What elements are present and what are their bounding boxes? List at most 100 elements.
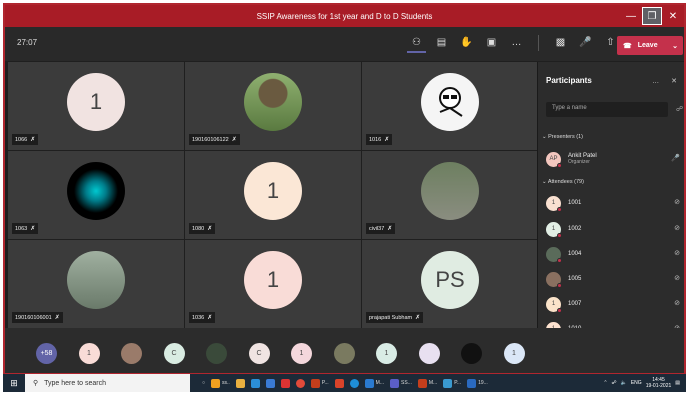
mic-off-icon: ⊘ — [674, 199, 680, 206]
participant-row[interactable]: 1004 ⊘ — [546, 243, 684, 265]
participant-row[interactable]: AP Ankit Patel Organizer 🎤 — [546, 148, 684, 170]
system-tray: ⌃ ☍ 🔈 ENG 14:45 19-01-2021 ▤ — [603, 374, 680, 392]
more-icon: … — [652, 78, 665, 85]
roster-avatar[interactable]: 1 — [503, 343, 525, 364]
avatar: AP — [546, 151, 562, 168]
roster-avatar[interactable] — [333, 343, 355, 364]
avatar-photo — [67, 250, 125, 309]
participant-tile[interactable]: PS prajapati Subham ✗ — [362, 240, 538, 328]
tile-name-label: 1063 ✗ — [12, 223, 39, 234]
tile-name-label: 1016 ✗ — [366, 134, 393, 145]
language-indicator[interactable]: ENG — [631, 380, 642, 386]
attendees-header[interactable]: ⌄ Attendees (79) — [542, 179, 584, 185]
chat-icon[interactable]: ▤ — [432, 33, 451, 53]
avatar: 1 — [546, 221, 562, 238]
tile-name-label: 190160106122 ✗ — [189, 134, 240, 145]
taskbar-search[interactable]: ⚲ Type here to search — [25, 374, 190, 392]
taskbar-app[interactable]: P... — [441, 376, 463, 390]
leave-button[interactable]: ☎ Leave ⌄ — [617, 36, 683, 55]
roster-avatar[interactable]: C — [163, 343, 185, 364]
participant-search-input[interactable]: Type a name — [546, 102, 668, 117]
taskbar-app[interactable] — [234, 376, 247, 390]
taskbar-app[interactable]: ss.. — [209, 376, 232, 390]
leave-label: Leave — [637, 42, 658, 49]
mic-off-icon: ⊘ — [674, 225, 680, 232]
taskbar-app[interactable]: M... — [416, 376, 439, 390]
avatar: 1 — [67, 72, 125, 131]
participant-tile[interactable]: 1 1036 ✗ — [185, 240, 361, 328]
avatar: 1 — [244, 250, 302, 309]
participant-name: 1005 — [568, 276, 582, 282]
participants-icon[interactable]: ⚇ — [407, 33, 426, 53]
cortana-icon[interactable]: ○ — [200, 376, 207, 390]
taskbar-app[interactable] — [264, 376, 277, 390]
roster-avatar[interactable] — [121, 343, 142, 364]
avatar: 1 — [546, 296, 562, 313]
participant-tile[interactable]: civil37 ✗ — [362, 151, 538, 239]
window-title: SSIP Awareness for 1st year and D to D S… — [256, 11, 433, 21]
participant-row[interactable]: 1 1002 ⊘ — [546, 218, 684, 240]
panel-actions[interactable]: … ✕ — [652, 77, 682, 85]
presenters-header[interactable]: ⌄ Presenters (1) — [542, 134, 583, 140]
tile-name-label: 1036 ✗ — [189, 312, 216, 323]
roster-avatar[interactable] — [206, 343, 227, 364]
participant-name: 1002 — [568, 226, 582, 232]
avatar — [546, 246, 562, 263]
more-actions-icon[interactable]: … — [507, 33, 526, 53]
taskbar-app[interactable]: P... — [309, 376, 331, 390]
taskbar-app[interactable]: 19... — [465, 376, 490, 390]
participant-tile[interactable]: 190160106001 ✗ — [8, 240, 184, 328]
mic-off-icon: ✗ — [231, 137, 237, 143]
roster-avatar[interactable]: 1 — [376, 343, 397, 364]
participant-tile[interactable]: 1 1080 ✗ — [185, 151, 361, 239]
participant-tile[interactable]: 1063 ✗ — [8, 151, 184, 239]
teams-taskbar-app[interactable]: SS... — [388, 376, 414, 390]
taskbar-app[interactable] — [348, 376, 361, 390]
avatar — [546, 271, 562, 288]
participant-row[interactable]: 1 1007 ⊘ — [546, 293, 684, 315]
roster-avatar[interactable]: 1 — [291, 343, 312, 364]
roster-avatar[interactable] — [418, 343, 440, 364]
more-participants-badge[interactable]: +58 — [36, 343, 57, 364]
close-button[interactable]: ✕ — [662, 5, 684, 27]
minimize-button[interactable]: — — [620, 5, 642, 27]
chrome-icon[interactable] — [294, 376, 307, 390]
participant-tile[interactable]: 1 1066 ✗ — [8, 62, 184, 150]
participant-tile[interactable]: 1016 ✗ — [362, 62, 538, 150]
mic-off-icon: ✗ — [30, 137, 36, 143]
roster-avatar[interactable]: 1 — [78, 343, 100, 364]
video-grid: 1 1066 ✗ 190160106122 ✗ 1016 ✗ 1063 ✗ 1 1080… — [8, 62, 538, 328]
taskbar-app[interactable] — [333, 376, 346, 390]
network-icon[interactable]: ☍ — [612, 380, 617, 386]
mic-off-icon: ✗ — [387, 226, 393, 232]
avatar: 1 — [244, 161, 302, 220]
windows-start-icon[interactable]: ⊞ — [3, 374, 25, 392]
raise-hand-icon[interactable]: ✋ — [457, 33, 476, 53]
share-invite-icon[interactable]: ☍ — [676, 105, 683, 113]
mic-off-icon: ⊘ — [674, 300, 680, 307]
participant-name: 1004 — [568, 251, 582, 257]
tile-name-label: 190160106001 ✗ — [12, 312, 63, 323]
participant-row[interactable]: 1005 ⊘ — [546, 268, 684, 290]
restore-button[interactable]: ❐ — [642, 7, 662, 25]
mic-off-icon: ⊘ — [674, 250, 680, 257]
rooms-icon[interactable]: ▣ — [482, 33, 501, 53]
edge-icon[interactable] — [249, 376, 262, 390]
clock-date: 19-01-2021 — [645, 383, 672, 389]
clock[interactable]: 14:45 19-01-2021 — [646, 377, 672, 389]
chevron-up-icon[interactable]: ⌃ — [603, 380, 607, 386]
roster-avatar[interactable] — [461, 343, 482, 364]
participant-row[interactable]: 1 1001 ⊘ — [546, 192, 684, 214]
phone-icon: ☎ — [623, 42, 632, 50]
microphone-icon: 🎤 — [671, 155, 680, 162]
participant-tile[interactable]: 190160106122 ✗ — [185, 62, 361, 150]
taskbar-search-placeholder: Type here to search — [44, 379, 107, 387]
notification-icon[interactable]: ▤ — [675, 380, 680, 386]
taskbar-app[interactable]: M... — [363, 376, 386, 390]
taskbar-app[interactable] — [279, 376, 292, 390]
roster-avatar[interactable]: C — [248, 343, 270, 364]
chevron-down-icon[interactable]: ⌄ — [672, 42, 678, 50]
microphone-icon[interactable]: 🎤 — [576, 33, 595, 53]
camera-off-icon[interactable]: ▩ — [551, 33, 570, 53]
volume-icon[interactable]: 🔈 — [621, 380, 627, 386]
